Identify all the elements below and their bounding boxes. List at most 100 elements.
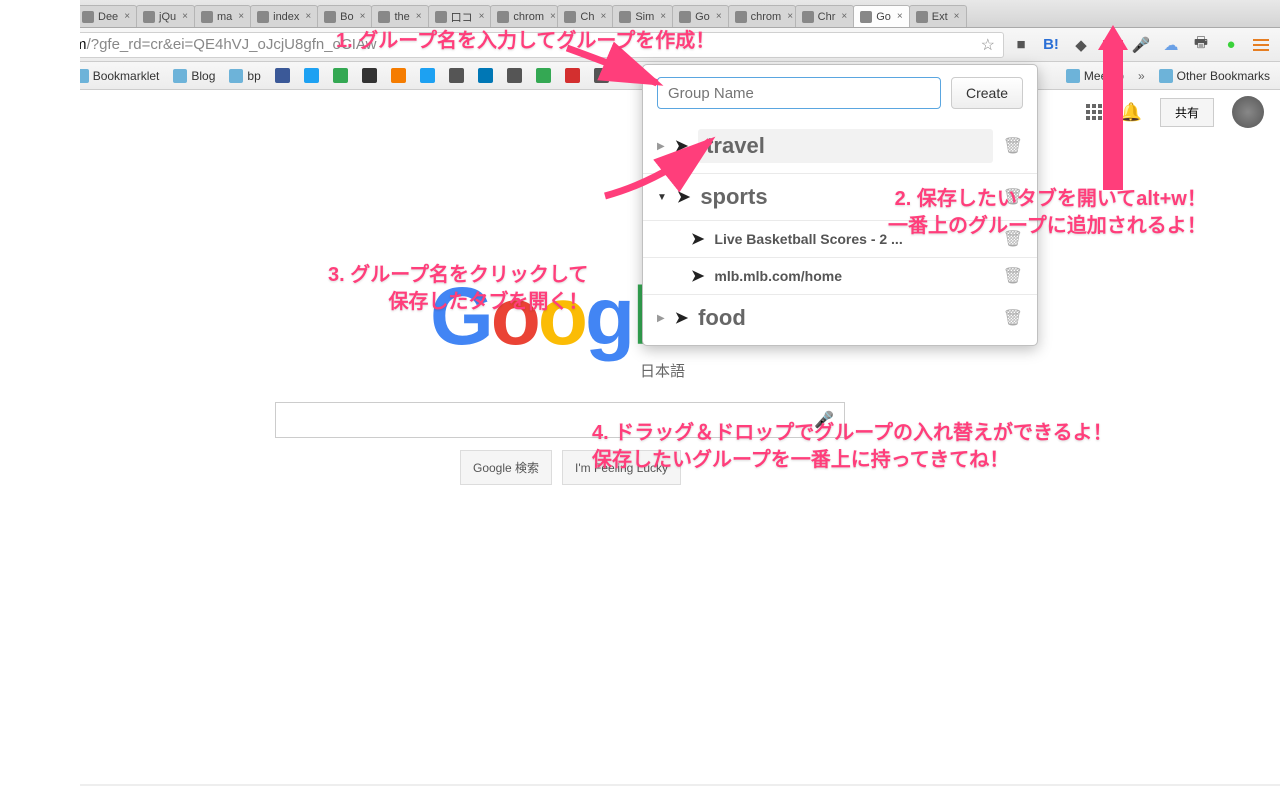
create-button[interactable]: Create bbox=[951, 77, 1023, 109]
favicon-icon bbox=[564, 11, 576, 23]
favicon-icon bbox=[735, 11, 747, 23]
tab-label: Ch bbox=[580, 11, 594, 23]
overflow-icon[interactable]: » bbox=[1138, 69, 1145, 83]
browser-tab[interactable]: 口コ× bbox=[428, 5, 492, 27]
bookmark-icon[interactable] bbox=[478, 68, 493, 83]
group-row[interactable]: ▶ ➤ food 🗑 bbox=[643, 295, 1037, 341]
close-icon[interactable]: × bbox=[550, 11, 556, 22]
group-name-input[interactable] bbox=[657, 77, 941, 109]
trash-icon[interactable]: 🗑 bbox=[1003, 136, 1023, 156]
tab-label: ma bbox=[217, 11, 232, 23]
open-arrow-icon[interactable]: ➤ bbox=[691, 229, 704, 249]
browser-tab[interactable]: Chr× bbox=[795, 5, 855, 27]
folder-icon bbox=[1066, 69, 1080, 83]
close-icon[interactable]: × bbox=[360, 11, 366, 22]
extension-icons: ■ B! ◆ ◐ 🎤 ☁ 🖶 ● bbox=[1012, 36, 1270, 54]
open-arrow-icon[interactable]: ➤ bbox=[675, 308, 688, 328]
browser-tab[interactable]: Ext× bbox=[909, 5, 967, 27]
browser-tab[interactable]: ma × bbox=[194, 5, 251, 27]
annotation-arrow-3 bbox=[600, 126, 730, 206]
bookmark-label: bp bbox=[247, 69, 260, 83]
favicon-icon bbox=[916, 11, 928, 23]
tab-label: Dee bbox=[98, 11, 118, 23]
saved-tab-label: mlb.mlb.com/home bbox=[714, 268, 992, 284]
close-icon[interactable]: × bbox=[787, 11, 793, 22]
browser-tab[interactable]: the× bbox=[371, 5, 428, 27]
close-icon[interactable]: × bbox=[305, 11, 311, 22]
close-icon[interactable]: × bbox=[660, 11, 666, 22]
bookmark-icon[interactable] bbox=[362, 68, 377, 83]
bookmark-icon[interactable] bbox=[391, 68, 406, 83]
bookmark-icon[interactable] bbox=[420, 68, 435, 83]
favicon-icon bbox=[378, 11, 390, 23]
browser-tab[interactable]: chrom × bbox=[490, 5, 558, 27]
bookmark-icon[interactable] bbox=[333, 68, 348, 83]
close-icon[interactable]: × bbox=[238, 11, 244, 22]
browser-tab[interactable]: Dee × bbox=[75, 5, 137, 27]
disclosure-icon[interactable]: ▶ bbox=[657, 313, 665, 324]
trash-icon[interactable]: 🗑 bbox=[1003, 308, 1023, 328]
bookmark-item[interactable]: Blog bbox=[173, 69, 215, 83]
saved-tab-row[interactable]: ➤ mlb.mlb.com/home 🗑 bbox=[643, 258, 1037, 295]
favicon-icon bbox=[257, 11, 269, 23]
browser-tab[interactable]: Bo × bbox=[317, 5, 372, 27]
close-icon[interactable]: × bbox=[954, 11, 960, 22]
bookmark-item[interactable]: Bookmarklet bbox=[75, 69, 160, 83]
ext-icon[interactable]: ☁ bbox=[1162, 36, 1180, 54]
close-icon[interactable]: × bbox=[716, 11, 722, 22]
bookmark-icon[interactable] bbox=[275, 68, 290, 83]
annotation-3-line1: 3. グループ名をクリックして bbox=[328, 262, 588, 289]
annotation-3-line2: 保存したタブを開く！ bbox=[328, 289, 588, 316]
folder-icon bbox=[1159, 69, 1173, 83]
footer-divider bbox=[80, 784, 1280, 786]
menu-icon[interactable] bbox=[1252, 36, 1270, 54]
tab-label: index bbox=[273, 11, 299, 23]
group-title[interactable]: travel bbox=[698, 129, 993, 163]
group-title[interactable]: food bbox=[698, 305, 993, 331]
ext-icon[interactable]: ■ bbox=[1012, 36, 1030, 54]
browser-tab[interactable]: Ch × bbox=[557, 5, 613, 27]
bookmark-icon[interactable] bbox=[507, 68, 522, 83]
close-icon[interactable]: × bbox=[479, 11, 485, 22]
bookmark-icon[interactable] bbox=[536, 68, 551, 83]
annotation-2-line1: 2. 保存したいタブを開いてalt+w！ bbox=[888, 186, 1207, 213]
tab-label: chrom bbox=[513, 11, 544, 23]
close-icon[interactable]: × bbox=[841, 11, 847, 22]
browser-tab[interactable]: Go × bbox=[672, 5, 729, 27]
ext-icon[interactable]: 🖶 bbox=[1192, 36, 1210, 54]
bookmark-label: Blog bbox=[191, 69, 215, 83]
tab-label: Bo bbox=[340, 11, 353, 23]
favicon-icon bbox=[324, 11, 336, 23]
tab-label: Go bbox=[695, 11, 710, 23]
bookmark-icon[interactable] bbox=[304, 68, 319, 83]
bookmark-item[interactable]: bp bbox=[229, 69, 260, 83]
browser-tab[interactable]: index × bbox=[250, 5, 318, 27]
browser-tab[interactable]: Sim× bbox=[612, 5, 673, 27]
close-icon[interactable]: × bbox=[897, 11, 903, 22]
other-bookmarks[interactable]: Other Bookmarks bbox=[1159, 69, 1270, 83]
browser-tab[interactable]: Go× bbox=[853, 5, 910, 27]
bookmark-star-icon[interactable]: ☆ bbox=[981, 35, 995, 55]
annotation-4-line2: 保存したいグループを一番上に持ってきてね！ bbox=[592, 447, 1113, 474]
browser-tab[interactable]: jQu× bbox=[136, 5, 195, 27]
close-icon[interactable]: × bbox=[600, 11, 606, 22]
logo-locale-label: 日本語 bbox=[640, 360, 685, 381]
bookmark-label: Bookmarklet bbox=[93, 69, 160, 83]
ext-icon[interactable]: ● bbox=[1222, 36, 1240, 54]
favicon-icon bbox=[435, 11, 447, 23]
close-icon[interactable]: × bbox=[416, 11, 422, 22]
favicon-icon bbox=[201, 11, 213, 23]
browser-tab[interactable]: chrom× bbox=[728, 5, 796, 27]
annotation-2-line2: 一番上のグループに追加されるよ！ bbox=[888, 213, 1207, 240]
bookmark-icon[interactable] bbox=[449, 68, 464, 83]
avatar[interactable] bbox=[1232, 96, 1264, 128]
open-arrow-icon[interactable]: ➤ bbox=[691, 266, 704, 286]
close-icon[interactable]: × bbox=[124, 11, 130, 22]
annotation-3: 3. グループ名をクリックして 保存したタブを開く！ bbox=[328, 262, 588, 316]
favicon-icon bbox=[497, 11, 509, 23]
close-icon[interactable]: × bbox=[182, 11, 188, 22]
search-button[interactable]: Google 検索 bbox=[460, 450, 552, 485]
trash-icon[interactable]: 🗑 bbox=[1003, 266, 1023, 286]
share-button[interactable]: 共有 bbox=[1160, 98, 1214, 127]
ext-icon[interactable]: B! bbox=[1042, 36, 1060, 54]
